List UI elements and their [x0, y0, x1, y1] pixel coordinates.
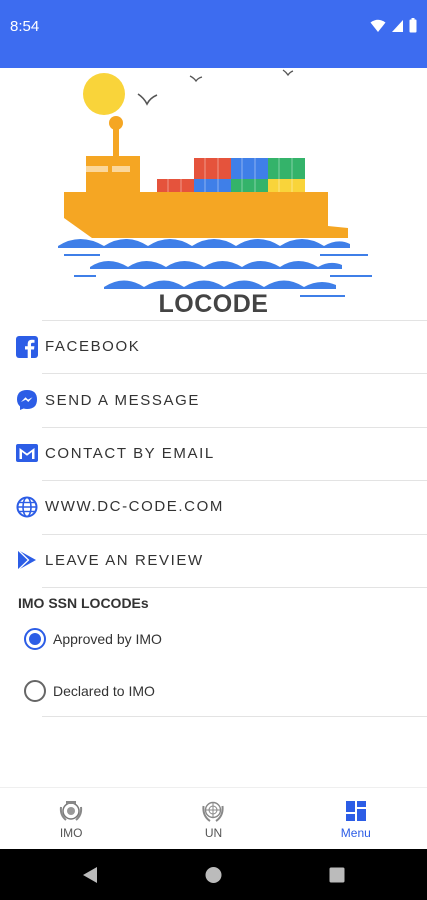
cell-signal-icon: [392, 19, 403, 32]
recents-icon[interactable]: [329, 867, 345, 883]
bottom-navigation: IMO UN Menu: [0, 787, 427, 849]
menu-label-leave-review: LEAVE AN REVIEW: [45, 551, 204, 569]
app-title: LOCODE: [158, 290, 269, 318]
radio-option-approved[interactable]: Approved by IMO: [0, 616, 427, 662]
radio-button-declared[interactable]: [24, 680, 46, 702]
cargo-ship-illustration: [58, 69, 372, 297]
imo-emblem-icon: [60, 801, 83, 821]
back-icon[interactable]: [82, 866, 98, 884]
menu-label-website: WWW.DC-CODE.COM: [45, 498, 224, 516]
divider: [42, 716, 427, 717]
status-time: 8:54: [10, 18, 40, 35]
tab-menu[interactable]: Menu: [285, 788, 427, 849]
menu-list: FACEBOOK SEND A MESSAGE CONTACT BY EMAIL…: [0, 320, 427, 587]
wifi-icon: [370, 19, 386, 32]
tab-un[interactable]: UN: [142, 788, 284, 849]
email-icon: [16, 444, 38, 463]
home-icon[interactable]: [205, 866, 222, 883]
menu-item-contact-email[interactable]: CONTACT BY EMAIL: [0, 426, 427, 480]
menu-item-leave-review[interactable]: LEAVE AN REVIEW: [0, 533, 427, 587]
divider: [42, 587, 427, 588]
tab-label-imo: IMO: [59, 826, 83, 840]
radio-label-approved: Approved by IMO: [53, 631, 162, 647]
radio-button-approved[interactable]: [24, 628, 46, 650]
menu-item-facebook[interactable]: FACEBOOK: [0, 320, 427, 373]
battery-icon: [409, 18, 417, 33]
radio-label-declared: Declared to IMO: [53, 683, 155, 699]
dashboard-icon: [345, 801, 366, 821]
system-navigation-bar: [0, 849, 427, 900]
radio-option-declared[interactable]: Declared to IMO: [0, 668, 427, 714]
menu-label-contact-email: CONTACT BY EMAIL: [45, 444, 215, 462]
tab-imo[interactable]: IMO: [0, 788, 142, 849]
facebook-icon: [16, 335, 38, 358]
status-icons: [370, 18, 417, 33]
globe-icon: [16, 496, 38, 518]
messenger-icon: [17, 390, 37, 411]
status-bar: 8:54: [0, 0, 427, 68]
un-emblem-icon: [202, 801, 225, 822]
menu-item-website[interactable]: WWW.DC-CODE.COM: [0, 480, 427, 533]
menu-label-facebook: FACEBOOK: [45, 338, 141, 356]
tab-label-un: UN: [204, 826, 223, 840]
menu-label-send-message: SEND A MESSAGE: [45, 391, 200, 409]
menu-item-send-message[interactable]: SEND A MESSAGE: [0, 373, 427, 426]
settings-section-title: IMO SSN LOCODEs: [18, 595, 149, 611]
hero-illustration: [0, 68, 427, 320]
play-store-icon: [17, 549, 36, 571]
tab-label-menu: Menu: [340, 826, 371, 840]
